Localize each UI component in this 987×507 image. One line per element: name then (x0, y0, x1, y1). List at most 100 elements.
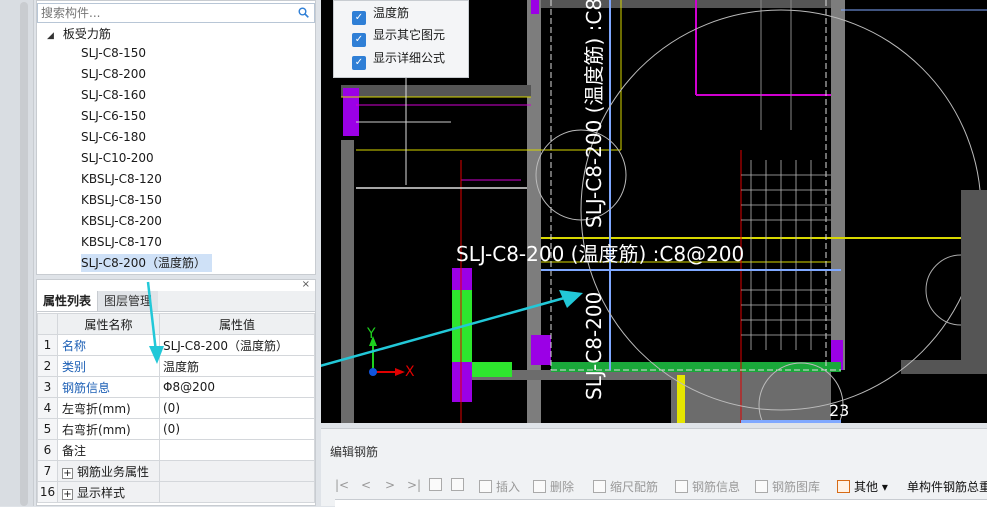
property-name: + 显示样式 (57, 481, 160, 503)
property-row[interactable]: 1 名称 SLJ-C8-200（温度筋） (37, 334, 315, 356)
arrow-up-icon (429, 478, 442, 491)
property-name: 左弯折(mm) (57, 397, 160, 419)
tree-item-label: SLJ-C8-150 (81, 46, 146, 60)
delete-icon (533, 480, 546, 493)
property-value[interactable] (159, 460, 315, 482)
dock-scrollbar[interactable] (20, 2, 28, 506)
axis-x-label: X (405, 364, 415, 380)
rebar-label-horizontal: SLJ-C8-200 (温度筋) :C8@200 (456, 242, 744, 266)
tree-item[interactable]: SLJ-C8-200（温度筋） (81, 253, 317, 274)
property-row[interactable]: 7 + 钢筋业务属性 (37, 460, 315, 482)
row-number: 2 (37, 355, 58, 377)
move-down-button[interactable] (451, 478, 468, 492)
arrow-down-icon (451, 478, 464, 491)
search-input[interactable] (38, 4, 288, 22)
button-label: 删除 (550, 480, 575, 494)
checkbox-checked-icon[interactable]: ✓ (352, 33, 366, 47)
property-row[interactable]: 16 + 显示样式 (37, 481, 315, 503)
property-value[interactable]: (0) (159, 418, 315, 440)
button-label: 钢筋信息 (692, 480, 741, 494)
nav-prev-button[interactable]: < (361, 478, 371, 492)
insert-button[interactable]: 插入 (479, 478, 520, 495)
property-table: 属性名称 属性值 1 名称 SLJ-C8-200（温度筋） 2 类别 温度筋 3 钢筋信息 Φ8… (37, 313, 315, 503)
property-value[interactable] (159, 481, 315, 503)
option-show-detailed-formula[interactable]: ✓ 显示详细公式 (352, 48, 445, 70)
expand-plus-icon[interactable]: + (62, 467, 73, 479)
property-value[interactable] (159, 439, 315, 461)
tree-item-label: SLJ-C10-200 (81, 151, 154, 165)
property-name-text: 钢筋信息 (62, 380, 111, 395)
axis-y-label: Y (366, 326, 376, 342)
close-icon[interactable]: × (302, 279, 310, 290)
checkbox-checked-icon[interactable]: ✓ (352, 56, 366, 70)
property-value[interactable]: SLJ-C8-200（温度筋） (159, 334, 315, 356)
tree-item-label: SLJ-C8-200 (81, 67, 146, 81)
single-rebar-total-button[interactable]: 单构件钢筋总重 (907, 478, 987, 495)
scale-rebar-button[interactable]: 缩尺配筋 (593, 478, 658, 495)
nav-next-button[interactable]: > (385, 478, 395, 492)
property-name-text: 类别 (62, 359, 87, 374)
insert-icon (479, 480, 492, 493)
button-label: 其他 (854, 480, 879, 494)
left-dock-strip (0, 0, 34, 506)
tree-item[interactable]: SLJ-C8-160 (81, 85, 317, 106)
property-value[interactable]: 温度筋 (159, 355, 315, 377)
row-number: 4 (37, 397, 58, 419)
tree-root-node[interactable]: ◢ 板受力筋 (47, 24, 111, 44)
tree-item[interactable]: SLJ-C8-150 (81, 43, 317, 64)
rebar-info-button[interactable]: 钢筋信息 (675, 478, 740, 495)
row-number-header (37, 313, 58, 335)
property-row[interactable]: 5 右弯折(mm) (0) (37, 418, 315, 440)
wall-column (831, 0, 845, 370)
scale-icon (593, 480, 606, 493)
row-number: 1 (37, 334, 58, 356)
tree-item[interactable]: SLJ-C10-200 (81, 148, 317, 169)
grid-number: 23 (829, 401, 849, 420)
tree-item-label: KBSLJ-C8-170 (81, 235, 162, 249)
tree-item[interactable]: KBSLJ-C8-200 (81, 211, 317, 232)
tree-item-label: KBSLJ-C8-150 (81, 193, 162, 207)
tree-item-label: SLJ-C6-180 (81, 130, 146, 144)
tree-root-label: 板受力筋 (62, 27, 111, 41)
checkbox-checked-icon[interactable]: ✓ (352, 11, 366, 25)
option-show-other-elements[interactable]: ✓ 显示其它图元 (352, 25, 445, 47)
row-number: 3 (37, 376, 58, 398)
tree-item[interactable]: KBSLJ-C8-150 (81, 190, 317, 211)
property-value[interactable]: Φ8@200 (159, 376, 315, 398)
button-label: 钢筋图库 (772, 480, 821, 494)
other-icon (837, 480, 850, 493)
property-row[interactable]: 6 备注 (37, 439, 315, 461)
property-name-text: 右弯折(mm) (62, 422, 131, 437)
property-row[interactable]: 4 左弯折(mm) (0) (37, 397, 315, 419)
option-label: 温度筋 (373, 6, 410, 20)
property-row[interactable]: 3 钢筋信息 Φ8@200 (37, 376, 315, 398)
property-value[interactable]: (0) (159, 397, 315, 419)
option-temperature-rebar[interactable]: ✓ 温度筋 (352, 3, 410, 25)
row-number: 6 (37, 439, 58, 461)
other-dropdown-button[interactable]: 其他 ▾ (837, 478, 888, 495)
expand-plus-icon[interactable]: + (62, 488, 73, 500)
tree-children: SLJ-C8-150 SLJ-C8-200 SLJ-C8-160 SLJ-C6-150… (81, 43, 317, 274)
tree-item[interactable]: SLJ-C6-180 (81, 127, 317, 148)
search-icon[interactable] (298, 7, 309, 18)
nav-first-button[interactable]: |< (335, 478, 349, 492)
property-name: + 钢筋业务属性 (57, 460, 160, 482)
tree-item-label: SLJ-C8-160 (81, 88, 146, 102)
button-label: 缩尺配筋 (610, 480, 659, 494)
rebar-library-button[interactable]: 钢筋图库 (755, 478, 820, 495)
tree-item[interactable]: KBSLJ-C8-120 (81, 169, 317, 190)
move-up-button[interactable] (429, 478, 446, 492)
editor-toolbar: |< < > >| 插入 删除 缩尺配筋 钢筋信息 钢筋图库 其他 ▾ 单构件钢… (321, 475, 987, 497)
tab-property-list[interactable]: 属性列表 (37, 291, 99, 311)
tree-item-label: SLJ-C8-200（温度筋） (81, 254, 212, 272)
tree-item[interactable]: SLJ-C6-150 (81, 106, 317, 127)
delete-button[interactable]: 删除 (533, 478, 574, 495)
expand-triangle-icon[interactable]: ◢ (47, 26, 59, 46)
nav-last-button[interactable]: >| (407, 478, 421, 492)
tree-item[interactable]: SLJ-C8-200 (81, 64, 317, 85)
tree-item[interactable]: KBSLJ-C8-170 (81, 232, 317, 253)
property-name-text: 备注 (62, 443, 87, 458)
property-name: 备注 (57, 439, 160, 461)
property-name-text: 左弯折(mm) (62, 401, 131, 416)
property-row[interactable]: 2 类别 温度筋 (37, 355, 315, 377)
